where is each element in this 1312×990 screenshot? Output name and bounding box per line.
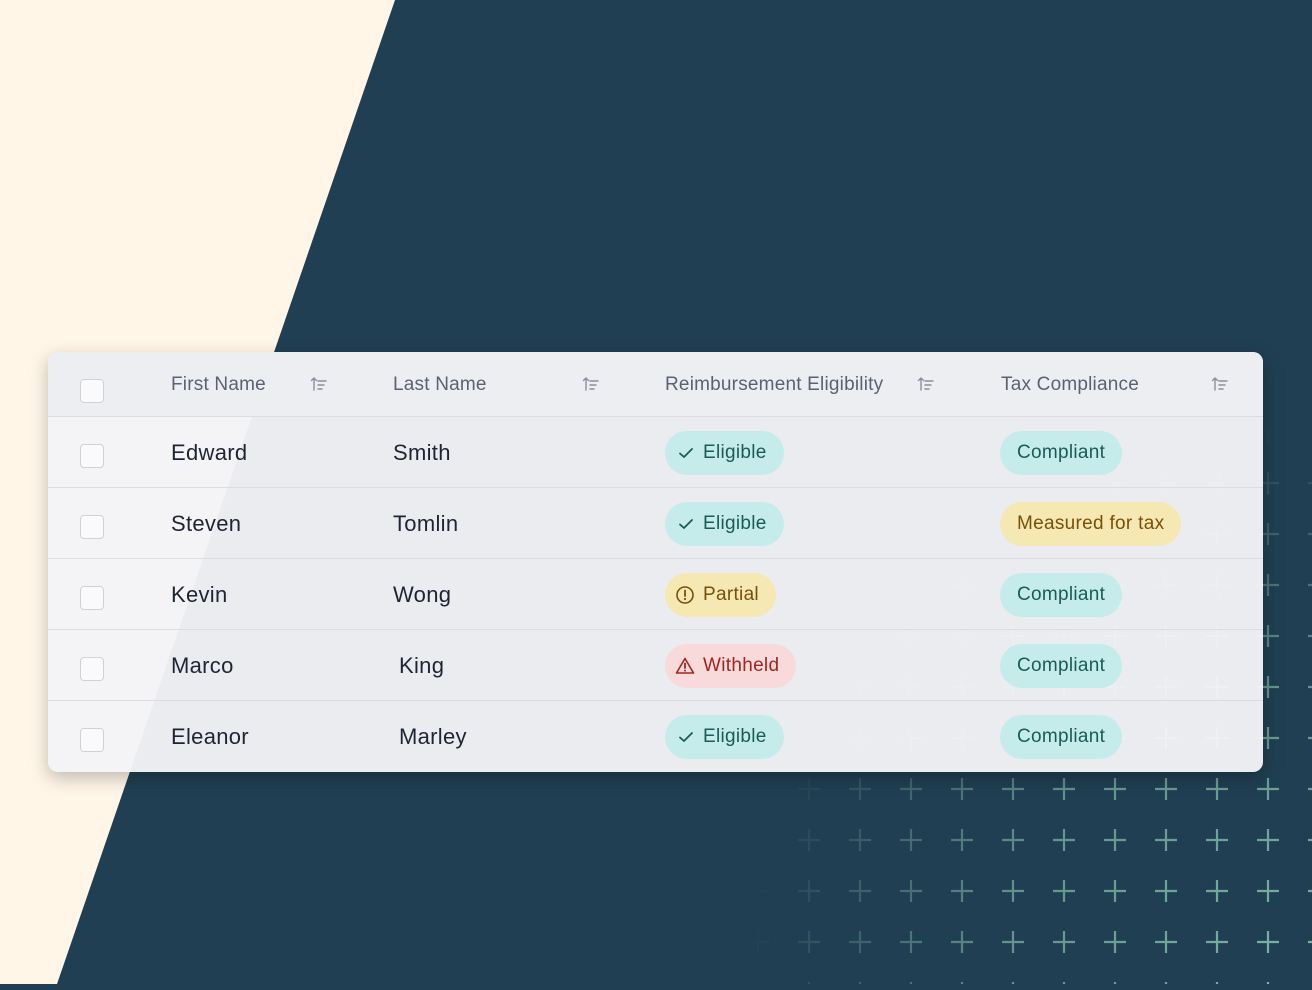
eligibility-label: Eligible: [703, 726, 767, 747]
eligibility-badge: Partial: [665, 573, 776, 617]
eligibility-badge: Eligible: [665, 431, 784, 475]
sort-first-name-icon[interactable]: [310, 375, 328, 393]
table-row[interactable]: Marco King Withheld Compliant: [48, 629, 1263, 700]
first-name-cell: Kevin: [171, 582, 228, 607]
tax-label: Compliant: [1017, 584, 1106, 605]
tax-badge: Compliant: [1000, 644, 1123, 688]
tax-badge: Compliant: [1000, 573, 1123, 617]
row-checkbox[interactable]: [80, 586, 104, 610]
check-icon: [679, 448, 693, 458]
row-checkbox[interactable]: [80, 657, 104, 681]
table-header: First Name Last Name Reimbursement Eligi…: [48, 352, 1263, 416]
check-icon: [679, 519, 693, 529]
last-name-cell: Marley: [399, 724, 467, 749]
last-name-cell: Wong: [393, 582, 452, 607]
tax-label: Compliant: [1017, 442, 1106, 463]
row-checkbox[interactable]: [80, 728, 104, 752]
last-name-cell: Smith: [393, 440, 451, 465]
eligibility-badge: Eligible: [665, 715, 784, 759]
table-row[interactable]: Steven Tomlin Eligible Measured for tax: [48, 487, 1263, 558]
tax-badge: Measured for tax: [1000, 502, 1182, 546]
row-checkbox[interactable]: [80, 444, 104, 468]
eligibility-badge: Eligible: [665, 502, 784, 546]
sort-last-name-icon[interactable]: [582, 375, 600, 393]
data-table: First Name Last Name Reimbursement Eligi…: [48, 352, 1263, 772]
warning-triangle-icon: [675, 657, 695, 674]
sort-tax-icon[interactable]: [1211, 375, 1229, 393]
alert-circle-icon: [676, 586, 694, 604]
eligibility-label: Eligible: [703, 442, 767, 463]
last-name-cell: Tomlin: [393, 511, 459, 536]
tax-label: Compliant: [1017, 655, 1106, 676]
eligibility-label: Partial: [703, 584, 759, 605]
sort-eligibility-icon[interactable]: [917, 375, 935, 393]
first-name-cell: Edward: [171, 440, 248, 465]
header-first-name[interactable]: First Name: [171, 374, 266, 396]
tax-badge: Compliant: [1000, 431, 1123, 475]
table-row[interactable]: Edward Smith Eligible Compliant: [48, 416, 1263, 487]
last-name-cell: King: [399, 653, 445, 678]
header-eligibility[interactable]: Reimbursement Eligibility: [665, 374, 883, 396]
tax-badge: Compliant: [1000, 715, 1123, 759]
eligibility-label: Eligible: [703, 513, 767, 534]
row-checkbox[interactable]: [80, 515, 104, 539]
check-icon: [679, 732, 693, 742]
tax-label: Measured for tax: [1017, 513, 1165, 534]
select-all-checkbox[interactable]: [80, 379, 104, 403]
first-name-cell: Steven: [171, 511, 242, 536]
table-row[interactable]: Kevin Wong Partial Compliant: [48, 558, 1263, 629]
first-name-cell: Eleanor: [171, 724, 249, 749]
first-name-cell: Marco: [171, 653, 234, 678]
tax-label: Compliant: [1017, 726, 1106, 747]
table-row[interactable]: Eleanor Marley Eligible Compliant: [48, 700, 1263, 771]
eligibility-badge: Withheld: [665, 644, 797, 688]
header-last-name[interactable]: Last Name: [393, 374, 487, 396]
eligibility-label: Withheld: [703, 655, 780, 676]
header-tax-compliance[interactable]: Tax Compliance: [1001, 374, 1139, 396]
